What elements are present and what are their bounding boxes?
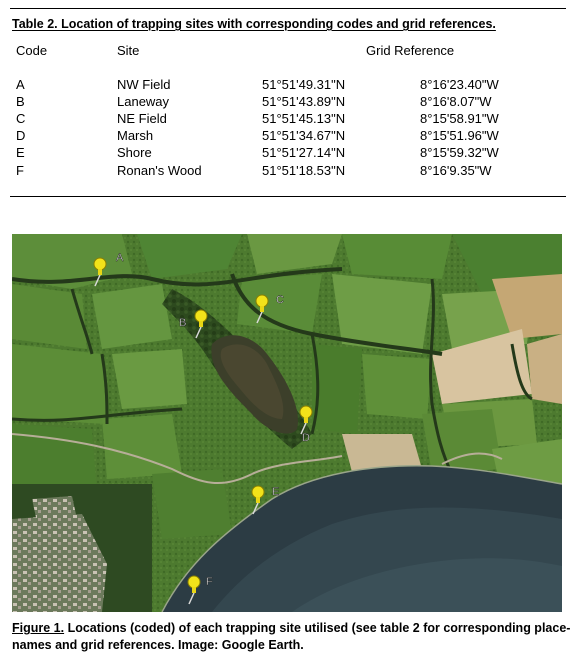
row-code: B [16,94,25,109]
figure-caption-text: Locations (coded) of each trapping site … [12,621,571,652]
row-site: NW Field [117,77,171,92]
map-label-c: C [276,294,284,306]
aerial-map: A B C D E F [12,234,562,612]
row-lat: 51°51'43.89"N [262,94,346,109]
figure-caption-lead: Figure 1. [12,621,65,635]
row-code: E [16,145,25,160]
col-header-code: Code [16,43,48,58]
table-caption: Table 2. Location of trapping sites with… [12,17,496,31]
row-code: F [16,163,24,178]
row-code: A [16,77,25,92]
col-header-site: Site [117,43,140,58]
row-lon: 8°15'59.32"W [420,145,499,160]
row-lon: 8°16'23.40"W [420,77,499,92]
row-site: NE Field [117,111,167,126]
row-lon: 8°15'58.91"W [420,111,499,126]
row-site: Marsh [117,128,154,143]
row-lat: 51°51'27.14"N [262,145,346,160]
satellite-image: A B C D E F [12,234,562,612]
row-site: Ronan's Wood [117,163,202,178]
map-label-a: A [116,252,124,264]
row-code: C [16,111,26,126]
col-header-grid: Grid Reference [366,43,455,58]
row-lon: 8°15'51.96"W [420,128,499,143]
row-lat: 51°51'49.31"N [262,77,346,92]
row-lon: 8°16'9.35"W [420,163,492,178]
table-top-rule [10,8,566,9]
map-label-b: B [179,317,186,329]
row-lat: 51°51'45.13"N [262,111,346,126]
row-lat: 51°51'18.53"N [262,163,346,178]
table-bottom-rule [10,196,566,197]
row-lat: 51°51'34.67"N [262,128,346,143]
row-site: Laneway [117,94,170,109]
row-site: Shore [117,145,152,160]
map-label-e: E [272,486,279,498]
row-lon: 8°16'8.07"W [420,94,492,109]
figure-caption: Figure 1. Locations (coded) of each trap… [12,620,572,654]
map-label-f: F [206,576,213,588]
row-code: D [16,128,26,143]
map-label-d: D [302,432,310,444]
